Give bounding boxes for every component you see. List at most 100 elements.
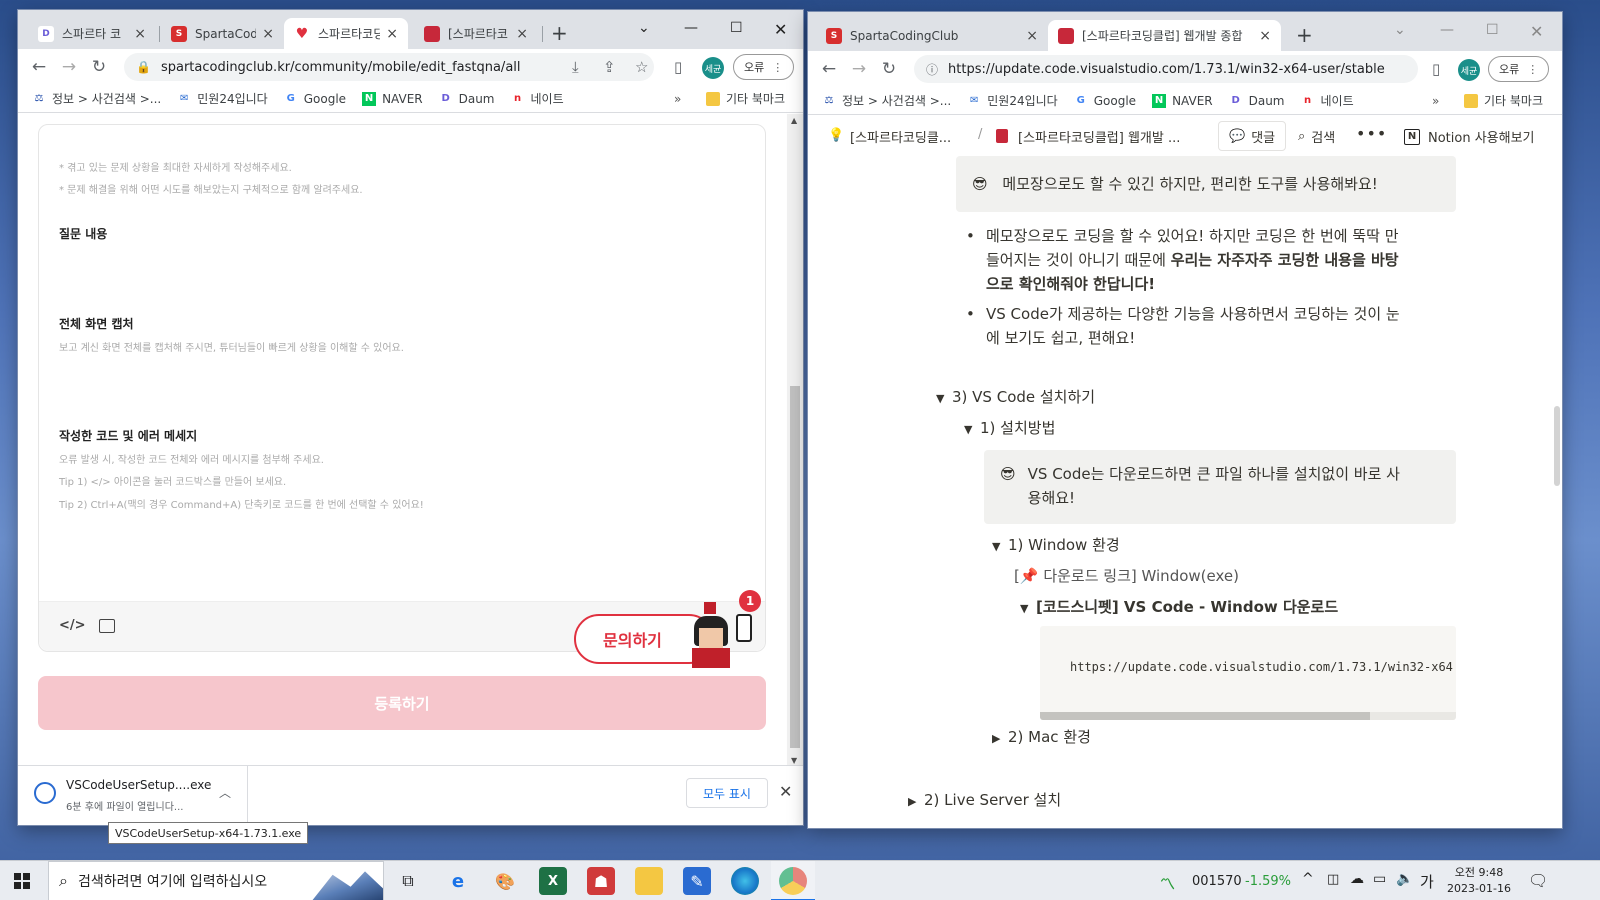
edge-legacy-icon[interactable]: e <box>444 867 472 895</box>
bookmark-minwon[interactable]: ✉ 민원24입니다 <box>177 90 268 107</box>
more-bookmarks-icon[interactable]: » <box>1432 94 1439 108</box>
close-tab-icon[interactable]: × <box>1259 28 1271 44</box>
close-tab-icon[interactable]: × <box>516 26 528 42</box>
close-tab-icon[interactable]: × <box>386 26 398 42</box>
maximize-button[interactable]: ☐ <box>1486 22 1499 38</box>
forward-icon[interactable]: → <box>54 57 84 77</box>
bookmark-minwon[interactable]: ✉ 민원24입니다 <box>967 92 1058 109</box>
image-icon[interactable] <box>99 619 115 633</box>
bookmark-nate[interactable]: n 네이트 <box>1301 92 1354 109</box>
code-scrollbar[interactable] <box>1040 712 1456 720</box>
toggle-install-method[interactable]: ▼ 1) 설치방법 <box>964 417 1055 438</box>
profile-avatar[interactable]: 세균 <box>702 57 724 79</box>
code-block[interactable]: https://update.code.visualstudio.com/1.7… <box>1040 626 1456 720</box>
share-icon[interactable]: ⇪ <box>603 58 616 76</box>
side-panel-icon[interactable]: ▯ <box>674 58 682 76</box>
breadcrumb-current[interactable]: [스파르타코딩클럽] 웹개발 ... <box>1018 127 1180 146</box>
submit-button[interactable]: 등록하기 <box>38 676 766 730</box>
tray-chevron-icon[interactable]: ^ <box>1302 871 1314 887</box>
page-scrollbar[interactable] <box>1554 406 1560 486</box>
toggle-code-snippet[interactable]: ▼ [코드스니펫] VS Code - Window 다운로드 <box>1020 596 1338 617</box>
scroll-thumb[interactable] <box>790 386 800 748</box>
bookmark-star-icon[interactable]: ☆ <box>635 58 648 76</box>
bookmark-google[interactable]: G Google <box>284 92 346 106</box>
tab-search-icon[interactable]: ⌄ <box>638 20 650 36</box>
close-tab-icon[interactable]: × <box>1026 28 1038 44</box>
other-bookmarks-folder[interactable]: 기타 북마크 <box>1464 92 1543 109</box>
bookmark-info[interactable]: ⚖ 정보 > 사건검색 >... <box>32 90 162 107</box>
back-icon[interactable]: ← <box>24 57 54 77</box>
minimize-button[interactable]: — <box>684 20 698 36</box>
taskbar-search-box[interactable]: ⌕ 검색하려면 여기에 입력하십시오 <box>48 861 384 900</box>
address-bar[interactable]: ⓘ https://update.code.visualstudio.com/1… <box>914 55 1418 83</box>
scroll-down-icon[interactable]: ▼ <box>791 756 797 765</box>
edge-icon[interactable] <box>731 867 759 895</box>
toggle-install-vscode[interactable]: ▼ 3) VS Code 설치하기 <box>936 386 1095 407</box>
scroll-up-icon[interactable]: ▲ <box>791 116 797 125</box>
code-scroll-thumb[interactable] <box>1040 712 1370 720</box>
game-app-icon[interactable]: ☗ <box>587 867 615 895</box>
bookmark-naver[interactable]: N NAVER <box>1152 93 1213 108</box>
download-menu-chevron-icon[interactable]: ︿ <box>219 784 231 801</box>
profile-avatar[interactable]: 세균 <box>1458 59 1480 81</box>
bookmark-naver[interactable]: N NAVER <box>362 91 423 106</box>
excel-icon[interactable]: X <box>539 867 567 895</box>
volume-icon[interactable]: 🔈 <box>1396 871 1413 887</box>
code-block-icon[interactable]: </> <box>59 618 86 633</box>
download-link[interactable]: [📌 다운로드 링크] Window(exe) <box>1014 565 1239 586</box>
minimize-button[interactable]: — <box>1440 22 1454 38</box>
close-tab-icon[interactable]: × <box>134 26 146 42</box>
tab-2-active[interactable]: ♥ 스파르타코딩 × <box>284 18 408 49</box>
stock-value[interactable]: 001570 <box>1192 874 1242 889</box>
tab-0[interactable]: D 스파르타 코 × <box>28 18 156 49</box>
bookmark-info[interactable]: ⚖ 정보 > 사건검색 >... <box>822 92 952 109</box>
close-window-button[interactable]: ✕ <box>1530 22 1543 41</box>
toggle-mac-env[interactable]: ▶ 2) Mac 환경 <box>992 726 1091 747</box>
more-options-icon[interactable]: ••• <box>1356 124 1387 143</box>
vertical-scrollbar[interactable]: ▲ ▼ <box>787 114 803 767</box>
more-bookmarks-icon[interactable]: » <box>674 92 681 106</box>
reload-icon[interactable]: ↻ <box>874 59 904 79</box>
clock[interactable]: 오전 9:48 2023-01-16 <box>1444 865 1514 897</box>
network-icon[interactable]: ▭ <box>1373 871 1386 887</box>
bookmark-daum[interactable]: D Daum <box>439 92 494 106</box>
toggle-live-server[interactable]: ▶ 2) Live Server 설치 <box>908 789 1061 810</box>
maximize-button[interactable]: ☐ <box>730 20 743 36</box>
tab-1-active[interactable]: [스파르타코딩클럽] 웹개발 종합 × <box>1048 20 1281 51</box>
bookmark-google[interactable]: G Google <box>1074 94 1136 108</box>
back-icon[interactable]: ← <box>814 59 844 79</box>
close-download-shelf-icon[interactable]: ✕ <box>779 782 792 801</box>
reload-icon[interactable]: ↻ <box>84 57 114 77</box>
show-all-downloads-button[interactable]: 모두 표시 <box>686 778 768 808</box>
onedrive-icon[interactable]: ☁ <box>1350 871 1364 887</box>
comment-button[interactable]: 💬 댓글 <box>1218 121 1287 151</box>
start-button[interactable] <box>14 873 30 889</box>
error-button[interactable]: 오류 ⋮ <box>733 54 795 80</box>
notepad-app-icon[interactable]: ✎ <box>683 867 711 895</box>
new-tab-button[interactable]: + <box>551 21 568 45</box>
mascot-character[interactable] <box>686 602 736 670</box>
try-notion-button[interactable]: N Notion 사용해보기 <box>1404 127 1535 146</box>
tab-search-icon[interactable]: ⌄ <box>1394 22 1406 38</box>
breadcrumb-parent[interactable]: [스파르타코딩클... <box>850 127 951 146</box>
forward-icon[interactable]: → <box>844 59 874 79</box>
file-explorer-icon[interactable] <box>635 867 663 895</box>
error-button[interactable]: 오류 ⋮ <box>1488 56 1550 82</box>
download-item[interactable]: VSCodeUserSetup....exe 6분 후에 파일이 열립니다...… <box>18 766 248 825</box>
bookmark-nate[interactable]: n 네이트 <box>511 90 564 107</box>
meet-icon[interactable]: ◫ <box>1327 872 1339 887</box>
tab-0[interactable]: S SpartaCodingClub × <box>816 20 1048 51</box>
ime-indicator[interactable]: 가 <box>1420 871 1434 892</box>
close-tab-icon[interactable]: × <box>262 26 274 42</box>
notion-search-button[interactable]: ⌕ 검색 <box>1298 127 1335 146</box>
new-tab-button[interactable]: + <box>1296 23 1313 47</box>
tab-3[interactable]: [스파르타코 × <box>414 18 538 49</box>
install-icon[interactable]: ⤓ <box>572 58 579 76</box>
side-panel-icon[interactable]: ▯ <box>1432 60 1440 78</box>
paint-icon[interactable]: 🎨 <box>491 867 519 895</box>
other-bookmarks-folder[interactable]: 기타 북마크 <box>706 90 785 107</box>
notification-center-icon[interactable]: 🗨 <box>1528 871 1548 890</box>
task-view-icon[interactable]: ⧉ <box>394 867 422 895</box>
toggle-window-env[interactable]: ▼ 1) Window 환경 <box>992 534 1120 555</box>
close-window-button[interactable]: ✕ <box>774 20 787 39</box>
